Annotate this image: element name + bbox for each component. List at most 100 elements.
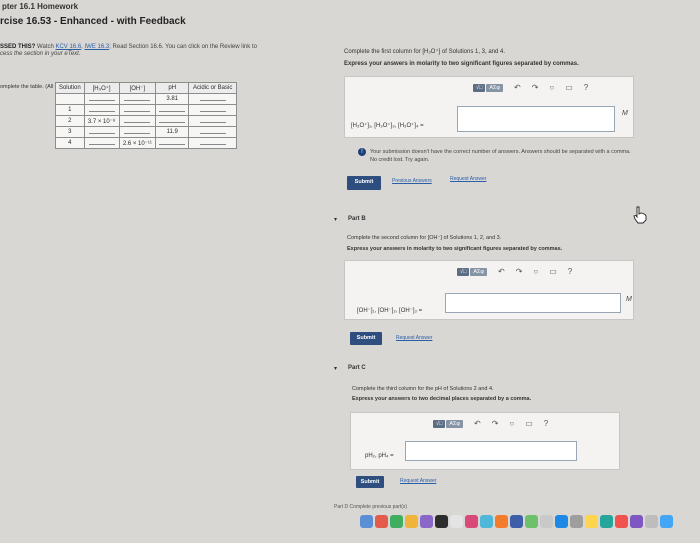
partb-collapse-icon[interactable]: ▾ [334, 216, 337, 223]
template-button[interactable]: √□ [433, 419, 446, 428]
redo-icon[interactable]: ↷ [492, 419, 499, 428]
table-row: 2 3.7 × 10⁻⁸ [55, 115, 237, 127]
partc-answer-input[interactable] [405, 441, 577, 461]
partc-title[interactable]: Part C [348, 365, 366, 371]
dock-app-icon[interactable] [420, 514, 433, 528]
symbol-button[interactable]: ΑΣφ [470, 267, 487, 276]
redo-icon[interactable]: ↷ [516, 267, 523, 276]
dock-app-icon[interactable] [630, 514, 643, 528]
partc-toolbar: √□ ΑΣφ ↶ ↷ ○ ▭ ? [433, 419, 548, 428]
math-button-group: √□ ΑΣφ [457, 267, 487, 276]
table-cell [188, 115, 237, 127]
parta-format: Express your answers in molarity to two … [344, 61, 579, 67]
dock-app-icon[interactable] [435, 514, 448, 528]
dock-app-icon[interactable] [540, 514, 553, 528]
partc-format: Express your answers to two decimal plac… [352, 396, 532, 402]
table-cell [55, 93, 85, 105]
missed-this-note: SSED THIS? Watch KCV 16.6, IWE 16.3; Rea… [0, 44, 310, 58]
dock-app-icon[interactable] [555, 514, 568, 528]
parta-previous-answers-link[interactable]: Previous Answers [392, 178, 432, 184]
col-oh: [OH⁻] [118, 82, 157, 94]
dock-app-icon[interactable] [405, 514, 418, 528]
dock-app-icon[interactable] [360, 514, 373, 528]
blank-line [88, 107, 115, 112]
dock-app-icon[interactable] [390, 514, 403, 528]
partb-title[interactable]: Part B [348, 216, 366, 222]
partb-request-answer-link[interactable]: Request Answer [396, 335, 432, 341]
table-cell [118, 104, 157, 116]
blank-line [159, 140, 186, 145]
dock-app-icon[interactable] [600, 514, 613, 528]
partc-collapse-icon[interactable]: ▾ [334, 365, 337, 372]
table-cell [155, 104, 190, 116]
question-panel: Complete the first column for [H₃O⁺] of … [330, 40, 700, 530]
table-cell [155, 115, 190, 127]
iwe-link[interactable]: IWE 16.3 [85, 44, 110, 50]
help-icon[interactable]: ? [544, 419, 548, 428]
blank-line [88, 129, 115, 134]
keyboard-icon[interactable]: ▭ [565, 83, 573, 92]
dock-app-icon[interactable] [570, 514, 583, 528]
table-cell: 2.6 × 10⁻¹¹ [118, 137, 157, 149]
hand-pointer-icon [633, 206, 647, 224]
dock-app-icon[interactable] [375, 514, 388, 528]
dock-app-icon[interactable] [660, 514, 673, 528]
table-cell [83, 93, 120, 105]
dock-app-icon[interactable] [615, 514, 628, 528]
redo-icon[interactable]: ↷ [532, 83, 539, 92]
dock-app-icon[interactable] [585, 514, 598, 528]
reset-icon[interactable]: ○ [533, 267, 538, 276]
keyboard-icon[interactable]: ▭ [549, 267, 557, 276]
screen: pter 16.1 Homework rcise 16.53 - Enhance… [0, 0, 700, 543]
table-cell: 3 [55, 126, 85, 138]
undo-icon[interactable]: ↶ [474, 419, 481, 428]
col-ph: pH [155, 82, 190, 94]
reset-icon[interactable]: ○ [509, 419, 514, 428]
dock-app-icon[interactable] [510, 514, 523, 528]
kcv-link[interactable]: KCV 16.6 [55, 44, 81, 50]
dock-app-icon[interactable] [465, 514, 478, 528]
dock-app-icon[interactable] [480, 514, 493, 528]
table-cell [118, 115, 157, 127]
blank-line [124, 96, 151, 101]
table-row: 4 2.6 × 10⁻¹¹ [55, 137, 237, 149]
help-icon[interactable]: ? [584, 83, 588, 92]
partb-instruction: Complete the second column for [OH⁻] of … [347, 235, 502, 241]
undo-icon[interactable]: ↶ [514, 83, 521, 92]
blank-line [159, 118, 186, 123]
blank-line [88, 140, 115, 145]
dock-app-icon[interactable] [525, 514, 538, 528]
keyboard-icon[interactable]: ▭ [525, 419, 533, 428]
reset-icon[interactable]: ○ [549, 83, 554, 92]
help-icon[interactable]: ? [568, 267, 572, 276]
parta-request-answer-link[interactable]: Request Answer [450, 176, 486, 182]
parta-answer-input[interactable] [457, 106, 615, 132]
partb-submit-button[interactable]: Submit [350, 332, 382, 345]
dock-app-icon[interactable] [450, 514, 463, 528]
partb-unit: M [626, 296, 632, 303]
math-button-group: √□ ΑΣφ [433, 419, 463, 428]
symbol-button[interactable]: ΑΣφ [446, 419, 463, 428]
table-cell: 11.9 [155, 126, 190, 138]
template-button[interactable]: √□ [473, 83, 486, 92]
parta-feedback: ! Your submission doesn't have the corre… [358, 148, 631, 164]
parta-answer-label: [H₃O⁺]₁, [H₃O⁺]₃, [H₃O⁺]₄ = [351, 123, 424, 129]
dock-app-icon[interactable] [495, 514, 508, 528]
partc-submit-button[interactable]: Submit [356, 476, 384, 488]
watch-text: Watch [37, 44, 54, 50]
partc-request-answer-link[interactable]: Request Answer [400, 478, 436, 484]
col-solution: Solution [55, 82, 85, 94]
partc-answer-box: √□ ΑΣφ ↶ ↷ ○ ▭ ? pH₂, pH₄ = [350, 412, 620, 470]
symbol-button[interactable]: ΑΣφ [486, 83, 503, 92]
feedback-line2: No credit lost. Try again. [370, 157, 430, 163]
partb-answer-input[interactable] [445, 293, 621, 313]
missed-prefix: SSED THIS? [0, 44, 36, 50]
exercise-title: rcise 16.53 - Enhanced - with Feedback [0, 16, 186, 27]
table-row: 3.81 [55, 93, 237, 105]
template-button[interactable]: √□ [457, 267, 470, 276]
warning-icon: ! [358, 148, 366, 156]
dock-app-icon[interactable] [645, 514, 658, 528]
col-acidic-basic: Acidic or Basic [188, 82, 237, 94]
undo-icon[interactable]: ↶ [498, 267, 505, 276]
parta-submit-button[interactable]: Submit [347, 176, 381, 190]
